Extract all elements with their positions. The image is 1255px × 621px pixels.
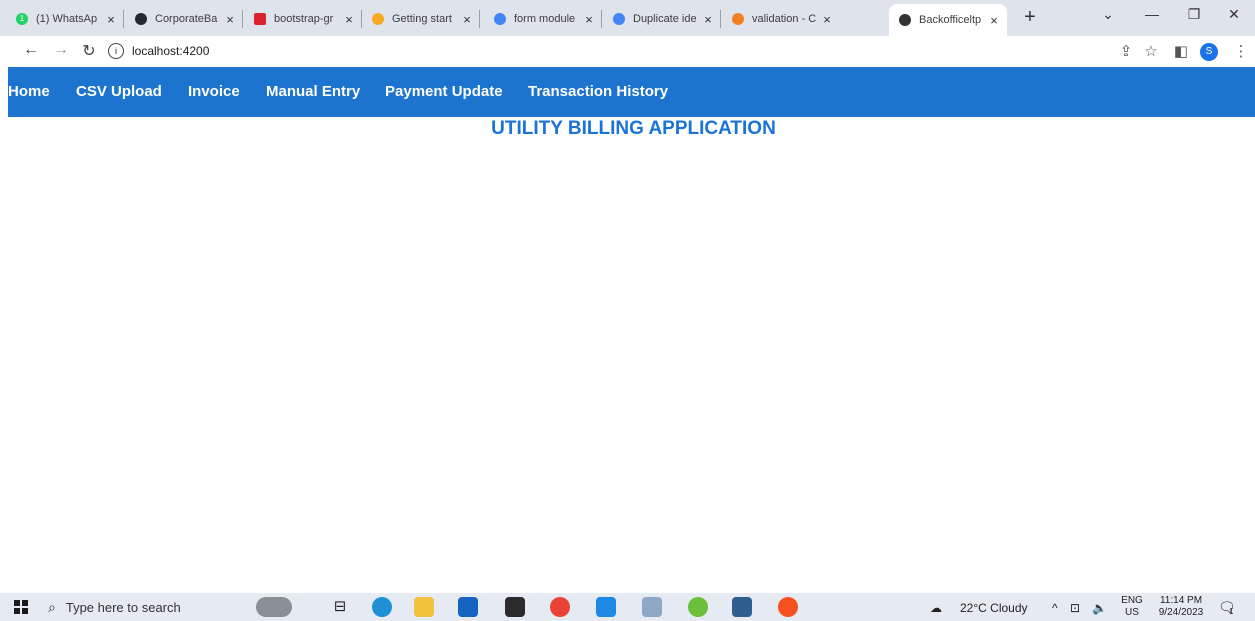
edge-browser-icon[interactable] [372,597,392,617]
language-indicator[interactable]: ENG US [1120,595,1144,619]
editor-icon[interactable] [732,597,752,617]
mail-icon[interactable] [458,597,478,617]
task-view-icon[interactable]: ⊟ [330,597,350,617]
tab-separator [123,10,124,28]
chrome-icon[interactable] [550,597,570,617]
tab-title: Getting start [392,13,452,25]
clock-time: 11:14 PM [1159,595,1203,606]
tab-title: (1) WhatsAp [36,13,98,25]
nav-payment-update[interactable]: Payment Update [385,83,503,100]
tab-separator [242,10,243,28]
tab-close-icon[interactable]: × [460,12,474,27]
minimize-icon[interactable]: — [1142,6,1162,22]
reload-icon[interactable]: ↻ [80,41,98,61]
close-window-icon[interactable]: ✕ [1224,6,1244,23]
search-placeholder: Type here to search [65,599,181,615]
url-text: localhost:4200 [132,44,210,58]
back-arrow-icon[interactable]: ← [22,41,40,59]
browser-toolbar: ← → ↻ i localhost:4200 ⇪ ☆ ◧ ⋮ [0,36,1255,66]
angular-icon [897,12,913,28]
notification-badge: 1 [1229,607,1234,616]
weather-text[interactable]: 22°C Cloudy [960,601,1028,615]
region-code: US [1125,607,1139,618]
taskbar-search-box[interactable]: ⌕ Type here to search [48,595,238,619]
nav-home[interactable]: Home [8,83,50,100]
tab-separator [479,10,480,28]
spring-tool-icon[interactable] [688,597,708,617]
google-icon [492,11,508,27]
restore-icon[interactable]: ❐ [1184,6,1204,23]
browser-tab-strip: 1 (1) WhatsAp × CorporateBa × bootstrap-gr × Ge… [0,0,1255,36]
browser-tab[interactable]: Backofficeltp × [889,4,1007,36]
tab-title: Duplicate ide [633,13,697,25]
browser-tab[interactable]: form module × [484,6,602,32]
new-tab-button[interactable]: + [1020,6,1040,29]
browser-tab[interactable]: validation - C × [722,6,840,32]
network-icon[interactable]: ⊡ [1070,601,1080,615]
tab-title: bootstrap-gr [274,13,334,25]
browser-tab[interactable]: bootstrap-gr × [244,6,362,32]
github-icon [133,11,149,27]
lang-code: ENG [1121,595,1143,606]
cloud-icon: ☁ [930,601,942,615]
terminal-icon[interactable] [505,597,525,617]
page-title: UTILITY BILLING APPLICATION [491,118,776,139]
site-info-icon[interactable]: i [108,43,124,59]
forward-arrow-icon[interactable]: → [52,41,70,59]
tab-close-icon[interactable]: × [342,12,356,27]
profile-avatar[interactable]: S [1200,43,1218,61]
bootstrap-icon [252,11,268,27]
browser-tab[interactable]: Duplicate ide × [603,6,721,32]
bookmark-star-icon[interactable]: ☆ [1142,42,1160,60]
google-icon [611,11,627,27]
app-navbar: Home CSV Upload Invoice Manual Entry Pay… [8,67,1255,117]
browser-tab[interactable]: CorporateBa × [125,6,243,32]
whatsapp-icon: 1 [14,11,30,27]
tab-close-icon[interactable]: × [820,12,834,27]
tab-title: CorporateBa [155,13,218,25]
tab-separator [601,10,602,28]
tab-search-chevron-icon[interactable]: ⌄ [1098,6,1118,23]
clock-date: 9/24/2023 [1158,607,1204,618]
browser-tab[interactable]: 1 (1) WhatsAp × [6,6,124,32]
side-panel-icon[interactable]: ◧ [1172,42,1190,60]
windows-taskbar: ⌕ Type here to search ⊟ ☁ 22°C Cloudy ^ … [0,593,1255,621]
nav-invoice[interactable]: Invoice [188,83,240,100]
stackoverflow-icon [730,11,746,27]
nav-csv-upload[interactable]: CSV Upload [76,83,162,100]
browser-tab[interactable]: Getting start × [362,6,480,32]
shield-icon [370,11,386,27]
tab-close-icon[interactable]: × [223,12,237,27]
postman-icon[interactable] [778,597,798,617]
tab-title: form module [514,13,576,25]
gorilla-widget-icon[interactable] [256,597,292,617]
windows-start-icon[interactable] [14,600,28,614]
address-bar[interactable]: i localhost:4200 [108,40,748,62]
tab-close-icon[interactable]: × [582,12,596,27]
menu-dots-icon[interactable]: ⋮ [1232,42,1250,60]
tab-title: validation - C [752,13,817,25]
app-icon[interactable] [642,597,662,617]
search-icon: ⌕ [48,598,56,615]
tab-close-icon[interactable]: × [701,12,715,27]
nav-manual-entry[interactable]: Manual Entry [266,83,360,100]
volume-icon[interactable]: 🔈 [1092,601,1107,615]
tab-close-icon[interactable]: × [987,13,1001,28]
vscode-icon[interactable] [596,597,616,617]
tab-close-icon[interactable]: × [104,12,118,27]
nav-transaction-history[interactable]: Transaction History [528,83,668,100]
tray-chevron-icon[interactable]: ^ [1052,601,1058,615]
file-explorer-icon[interactable] [414,597,434,617]
share-icon[interactable]: ⇪ [1117,42,1135,60]
clock[interactable]: 11:14 PM 9/24/2023 [1155,595,1207,619]
tab-title: Backofficeltp [919,14,982,26]
tab-separator [720,10,721,28]
